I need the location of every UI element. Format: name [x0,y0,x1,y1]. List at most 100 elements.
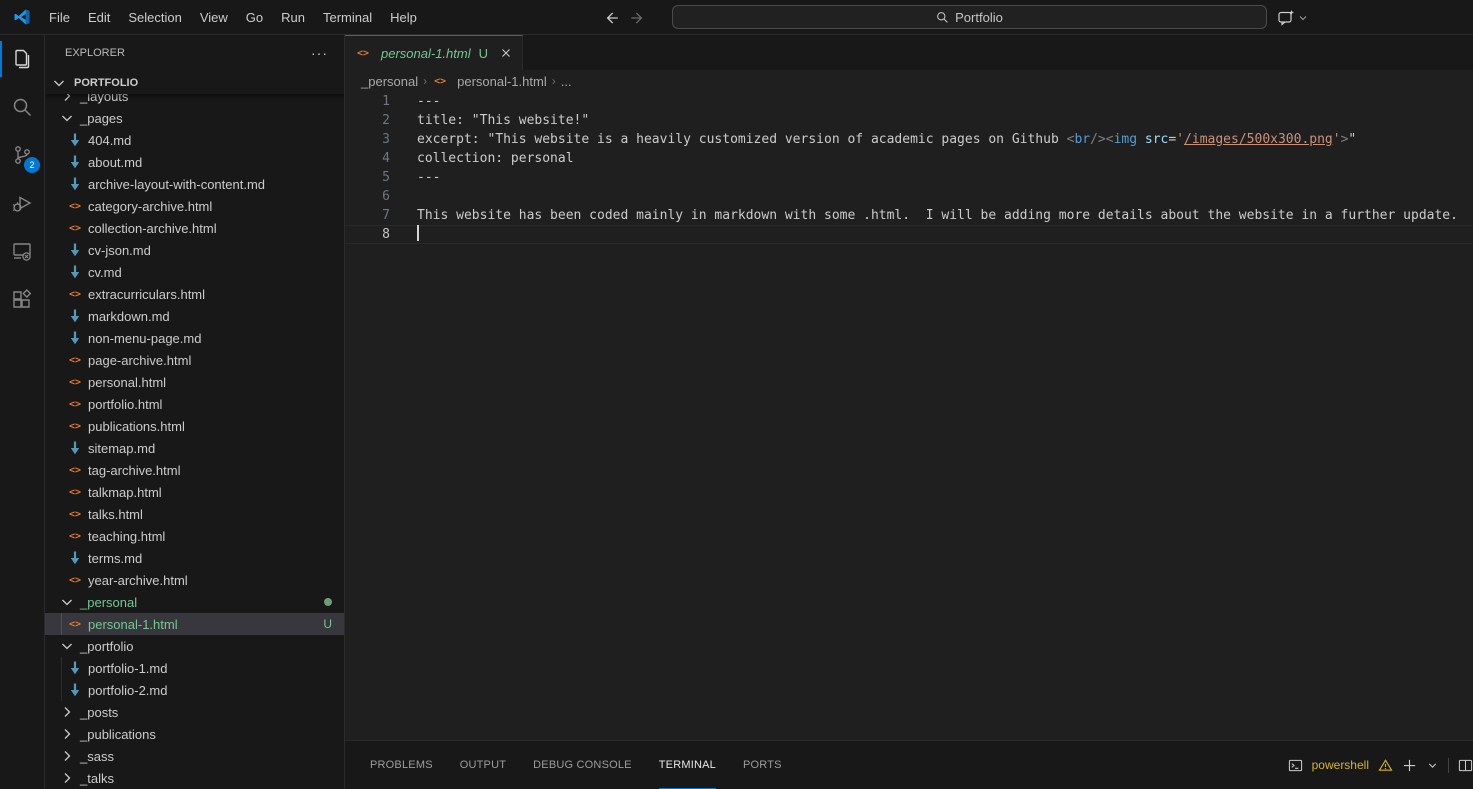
copilot-icon[interactable] [1276,8,1296,28]
breadcrumb-item--personal[interactable]: _personal [361,74,418,89]
menu-item-file[interactable]: File [40,6,79,29]
tree-item-publications-html[interactable]: <>publications.html [45,415,345,437]
panel-tab-ports[interactable]: PORTS [743,741,782,789]
panel-tab-output[interactable]: OUTPUT [460,741,506,789]
code-token: ' [1176,132,1184,147]
tree-item-talkmap-html[interactable]: <>talkmap.html [45,481,345,503]
tree-item--talks[interactable]: _talks [45,767,345,789]
tree-item-label: personal-1.html [88,617,178,632]
copilot-dropdown-chevron-icon[interactable] [1297,12,1309,24]
tab-personal-1-html[interactable]: <> personal-1.html U [345,35,523,70]
menu-item-go[interactable]: Go [237,6,272,29]
menu-item-selection[interactable]: Selection [119,6,190,29]
markdown-file-icon [67,176,83,192]
terminal-dropdown-chevron-icon[interactable] [1426,759,1439,772]
tree-item-collection-archive-html[interactable]: <>collection-archive.html [45,217,345,239]
breadcrumb: _personal›<>personal-1.html›... [345,70,1473,92]
menu-item-terminal[interactable]: Terminal [314,6,381,29]
git-modified-dot-badge [324,598,332,606]
breadcrumb-item-personal-1-html[interactable]: <>personal-1.html [432,73,547,89]
split-terminal-icon[interactable] [1458,758,1473,773]
tree-item-page-archive-html[interactable]: <>page-archive.html [45,349,345,371]
code-line-1[interactable]: 1--- [345,92,1473,111]
tree-item-category-archive-html[interactable]: <>category-archive.html [45,195,345,217]
menu-item-edit[interactable]: Edit [79,6,119,29]
tree-item-portfolio-html[interactable]: <>portfolio.html [45,393,345,415]
code-editor[interactable]: 1---2title: "This website!"3excerpt: "Th… [345,92,1473,740]
tree-item--pages[interactable]: _pages [45,107,345,129]
code-line-8[interactable]: 8 [345,225,1473,244]
tree-item--portfolio[interactable]: _portfolio [45,635,345,657]
tab-label: personal-1.html [381,46,471,61]
tree-item-cv-md[interactable]: cv.md [45,261,345,283]
activity-run-debug-button[interactable] [0,179,44,227]
tree-item--personal[interactable]: _personal [45,591,345,613]
command-center-label: Portfolio [955,10,1003,25]
explorer-more-actions-icon[interactable]: ··· [311,45,328,61]
tree-item-teaching-html[interactable]: <>teaching.html [45,525,345,547]
search-icon [10,95,34,119]
activity-search-button[interactable] [0,83,44,131]
tree-item-cv-json-md[interactable]: cv-json.md [45,239,345,261]
main-area: 2 [0,35,1473,789]
breadcrumb-label: _personal [361,74,418,89]
markdown-file-icon [67,440,83,456]
project-root-folder[interactable]: PORTFOLIO [45,72,345,94]
code-line-text: collection: personal [417,149,574,168]
panel-tab-problems[interactable]: PROBLEMS [370,741,433,789]
html-file-icon: <> [67,198,83,214]
tree-item-label: markdown.md [88,309,170,324]
tree-item-portfolio-2-md[interactable]: portfolio-2.md [45,679,345,701]
tree-item--sass[interactable]: _sass [45,745,345,767]
tree-item-terms-md[interactable]: terms.md [45,547,345,569]
menu-item-help[interactable]: Help [381,6,426,29]
tree-item-non-menu-page-md[interactable]: non-menu-page.md [45,327,345,349]
code-line-7[interactable]: 7This website has been coded mainly in m… [345,206,1473,225]
panel-tab-terminal[interactable]: TERMINAL [659,741,716,789]
new-terminal-plus-icon[interactable] [1402,758,1417,773]
markdown-file-icon [67,682,83,698]
terminal-shell-label[interactable]: powershell [1312,758,1369,772]
tree-item-about-md[interactable]: about.md [45,151,345,173]
command-center-search[interactable]: Portfolio [672,5,1267,29]
tree-item-sitemap-md[interactable]: sitemap.md [45,437,345,459]
tree-item-personal-1-html[interactable]: <>personal-1.htmlU [45,613,345,635]
tree-item-markdown-md[interactable]: markdown.md [45,305,345,327]
code-line-4[interactable]: 4collection: personal [345,149,1473,168]
tree-item-archive-layout-with-content-md[interactable]: archive-layout-with-content.md [45,173,345,195]
tree-item-talks-html[interactable]: <>talks.html [45,503,345,525]
chevron-down-icon [59,638,75,654]
file-tree: _layouts_pages404.mdabout.mdarchive-layo… [45,85,345,789]
code-line-text: --- [417,92,440,111]
tree-item-404-md[interactable]: 404.md [45,129,345,151]
code-line-5[interactable]: 5--- [345,168,1473,187]
code-line-3[interactable]: 3excerpt: "This website is a heavily cus… [345,130,1473,149]
tree-item--publications[interactable]: _publications [45,723,345,745]
activity-explorer-button[interactable] [0,35,44,83]
activity-remote-explorer-button[interactable] [0,227,44,275]
breadcrumb-item--[interactable]: ... [561,74,572,89]
tree-item--posts[interactable]: _posts [45,701,345,723]
tree-item-personal-html[interactable]: <>personal.html [45,371,345,393]
panel-tab-debug-console[interactable]: DEBUG CONSOLE [533,741,632,789]
tree-item-year-archive-html[interactable]: <>year-archive.html [45,569,345,591]
code-line-text: title: "This website!" [417,111,589,130]
explorer-title: EXPLORER [65,47,125,59]
forward-arrow-icon[interactable] [629,9,647,27]
menu-item-view[interactable]: View [191,6,237,29]
code-line-2[interactable]: 2title: "This website!" [345,111,1473,130]
activity-source-control-button[interactable]: 2 [0,131,44,179]
back-arrow-icon[interactable] [602,9,620,27]
html-file-icon: <> [67,528,83,544]
markdown-file-icon [67,154,83,170]
title-bar: FileEditSelectionViewGoRunTerminalHelp P… [0,0,1473,35]
code-token [1137,132,1145,147]
tab-close-icon[interactable] [499,46,513,60]
tree-item-portfolio-1-md[interactable]: portfolio-1.md [45,657,345,679]
markdown-file-icon [67,264,83,280]
activity-extensions-button[interactable] [0,275,44,323]
menu-item-run[interactable]: Run [272,6,314,29]
code-line-6[interactable]: 6 [345,187,1473,206]
tree-item-tag-archive-html[interactable]: <>tag-archive.html [45,459,345,481]
tree-item-extracurriculars-html[interactable]: <>extracurriculars.html [45,283,345,305]
